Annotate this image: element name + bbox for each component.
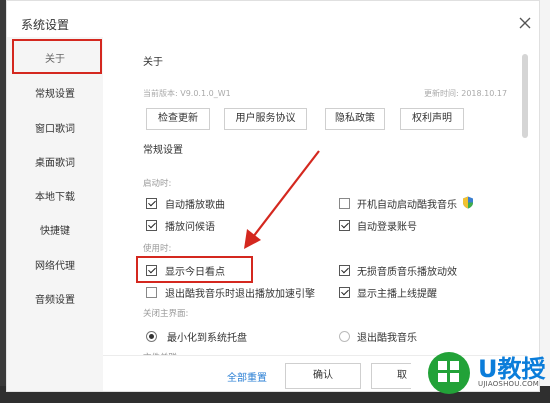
highlight-box-today xyxy=(136,256,253,283)
auto-start-label: 开机自动启动酷我音乐 xyxy=(357,200,457,211)
streamer-online-checkbox[interactable] xyxy=(339,287,350,298)
cancel-button[interactable]: 取 xyxy=(371,363,411,389)
user-agreement-button[interactable]: 用户服务协议 xyxy=(224,108,307,130)
settings-dialog: 系统设置 关于 常规设置 窗口歌词 桌面歌词 本地下载 快捷键 网络代理 音频设… xyxy=(6,0,540,392)
exit-accelerator-checkbox[interactable] xyxy=(146,287,157,298)
lossless-animation-label: 无损音质音乐播放动效 xyxy=(357,267,457,278)
general-section-title: 常规设置 xyxy=(143,145,183,156)
auto-play-label: 自动播放歌曲 xyxy=(165,200,225,211)
content-scrollbar[interactable] xyxy=(522,54,528,138)
privacy-policy-button[interactable]: 隐私政策 xyxy=(325,108,385,130)
minimize-tray-radio[interactable] xyxy=(146,331,157,342)
check-update-button[interactable]: 检查更新 xyxy=(146,108,210,130)
sidebar-item-desktop-lyrics[interactable]: 桌面歌词 xyxy=(7,149,103,179)
exit-app-radio[interactable] xyxy=(339,331,350,342)
sidebar-item-general[interactable]: 常规设置 xyxy=(7,80,103,110)
about-section-title: 关于 xyxy=(143,57,163,68)
exit-accelerator-label: 退出酷我音乐时退出播放加速引擎 xyxy=(165,289,315,300)
sidebar-item-hotkeys[interactable]: 快捷键 xyxy=(7,217,103,247)
confirm-button[interactable]: 确认 xyxy=(285,363,361,389)
auto-login-checkbox[interactable] xyxy=(339,220,350,231)
in-use-group-label: 使用时: xyxy=(143,244,172,254)
current-version: 当前版本: V9.0.1.0_W1 xyxy=(143,89,231,98)
sidebar: 关于 常规设置 窗口歌词 桌面歌词 本地下载 快捷键 网络代理 音频设置 xyxy=(7,37,103,391)
brand-text: U教授 xyxy=(478,355,546,383)
rights-statement-button[interactable]: 权利声明 xyxy=(400,108,464,130)
exit-app-label: 退出酷我音乐 xyxy=(357,333,417,344)
dialog-title: 系统设置 xyxy=(21,18,70,32)
sidebar-item-window-lyrics[interactable]: 窗口歌词 xyxy=(7,115,103,145)
auto-play-checkbox[interactable] xyxy=(146,198,157,209)
shield-icon xyxy=(463,196,473,209)
highlight-box-about xyxy=(12,39,102,74)
greeting-checkbox[interactable] xyxy=(146,220,157,231)
annotation-arrow xyxy=(244,150,320,249)
auto-login-label: 自动登录账号 xyxy=(357,222,417,233)
startup-group-label: 启动时: xyxy=(143,179,172,189)
greeting-label: 播放问候语 xyxy=(165,222,215,233)
auto-start-checkbox[interactable] xyxy=(339,198,350,209)
minimize-tray-label: 最小化到系统托盘 xyxy=(167,333,247,344)
reset-all-link[interactable]: 全部重置 xyxy=(227,369,267,384)
sidebar-item-network-proxy[interactable]: 网络代理 xyxy=(7,252,103,282)
sidebar-item-local-download[interactable]: 本地下载 xyxy=(7,183,103,213)
background-right xyxy=(540,0,550,403)
streamer-online-label: 显示主播上线提醒 xyxy=(357,289,437,300)
lossless-animation-checkbox[interactable] xyxy=(339,265,350,276)
update-time: 更新时间: 2018.10.17 xyxy=(424,89,508,98)
site-text: UJIAOSHOU.COM xyxy=(478,380,540,388)
close-main-group-label: 关闭主界面: xyxy=(143,309,189,319)
close-icon[interactable] xyxy=(517,15,533,31)
sidebar-item-audio-settings[interactable]: 音频设置 xyxy=(7,286,103,316)
